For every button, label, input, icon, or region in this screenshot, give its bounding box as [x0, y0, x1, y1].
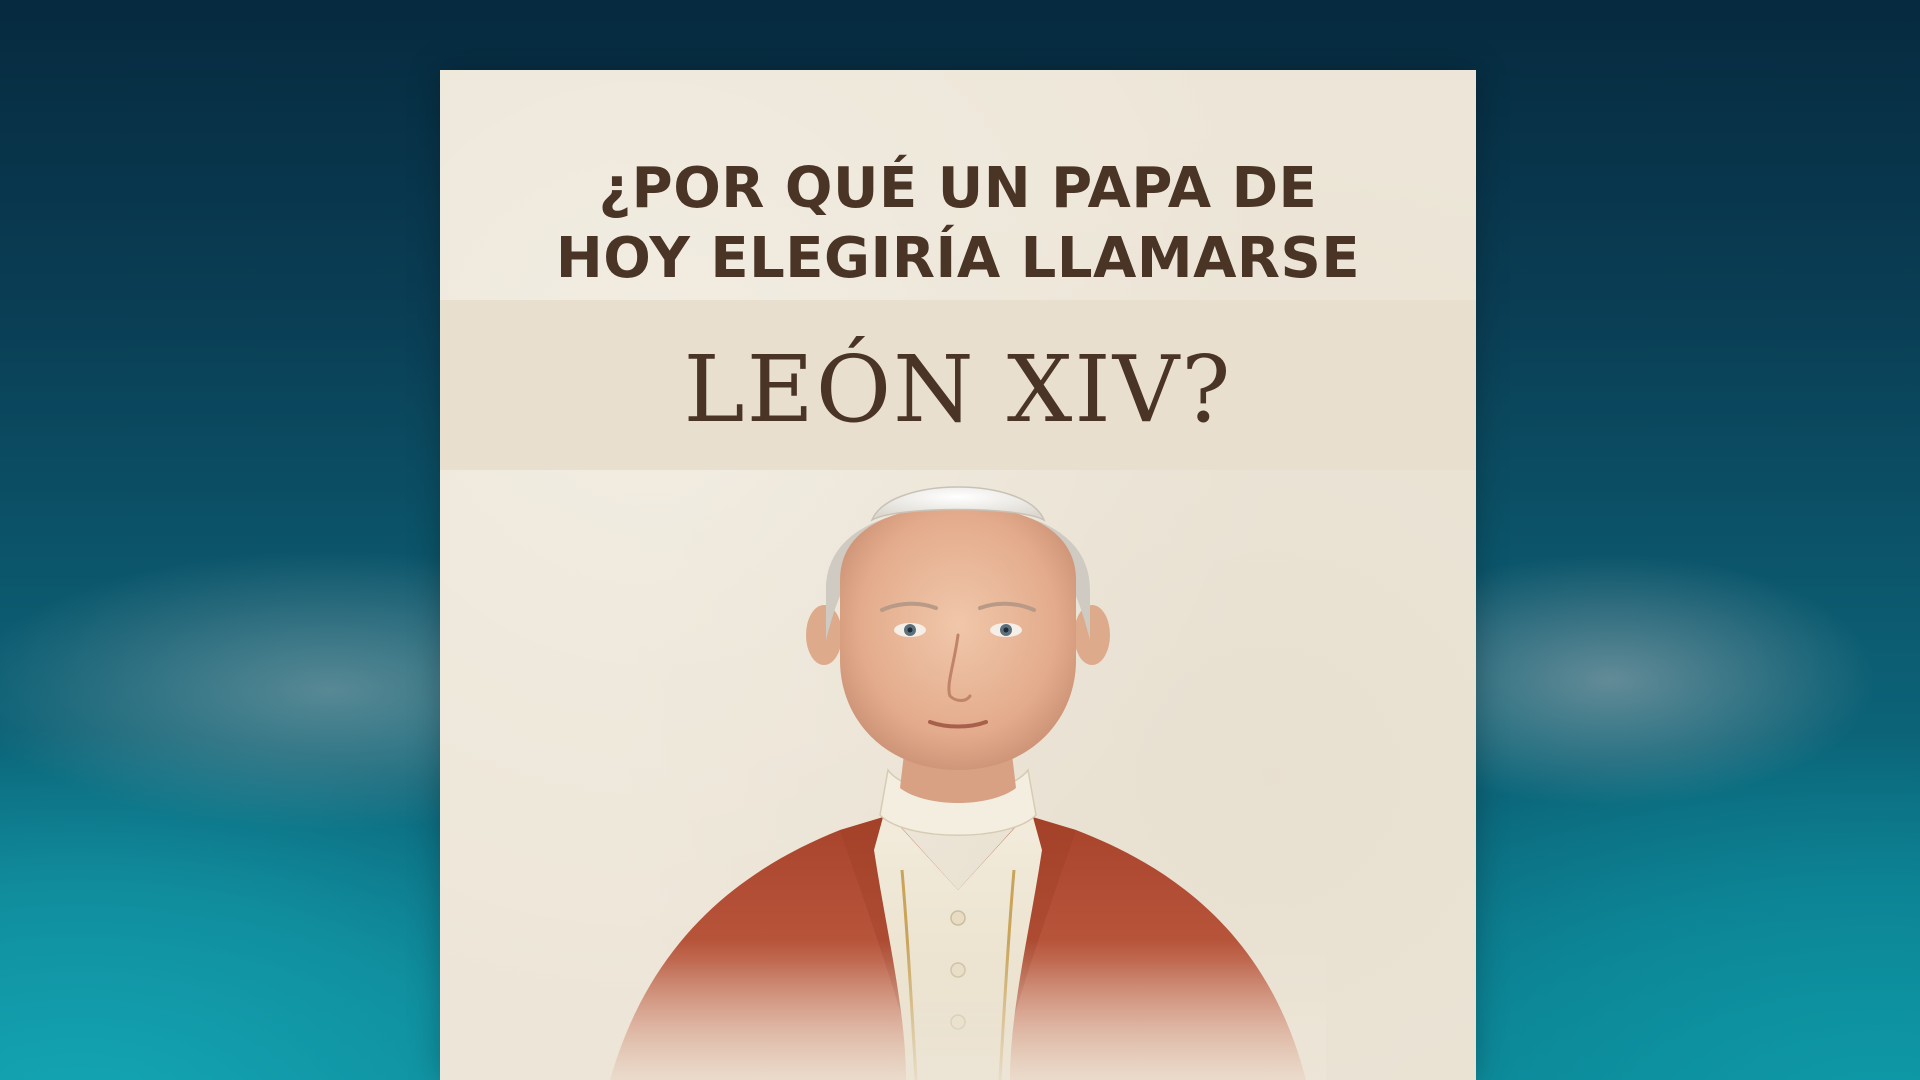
right-ear — [1074, 605, 1110, 665]
left-ear — [806, 605, 842, 665]
poster-card: ¿POR QUÉ UN PAPA DE HOY ELEGIRÍA LLAMARS… — [440, 70, 1476, 1080]
question-line-2: HOY ELEGIRÍA LLAMARSE — [555, 226, 1361, 291]
pope-portrait — [590, 470, 1326, 1080]
papal-name-title: LEÓN XIV? — [683, 336, 1233, 443]
poster-question: ¿POR QUÉ UN PAPA DE HOY ELEGIRÍA LLAMARS… — [440, 154, 1476, 294]
question-line-1: ¿POR QUÉ UN PAPA DE — [598, 156, 1318, 221]
